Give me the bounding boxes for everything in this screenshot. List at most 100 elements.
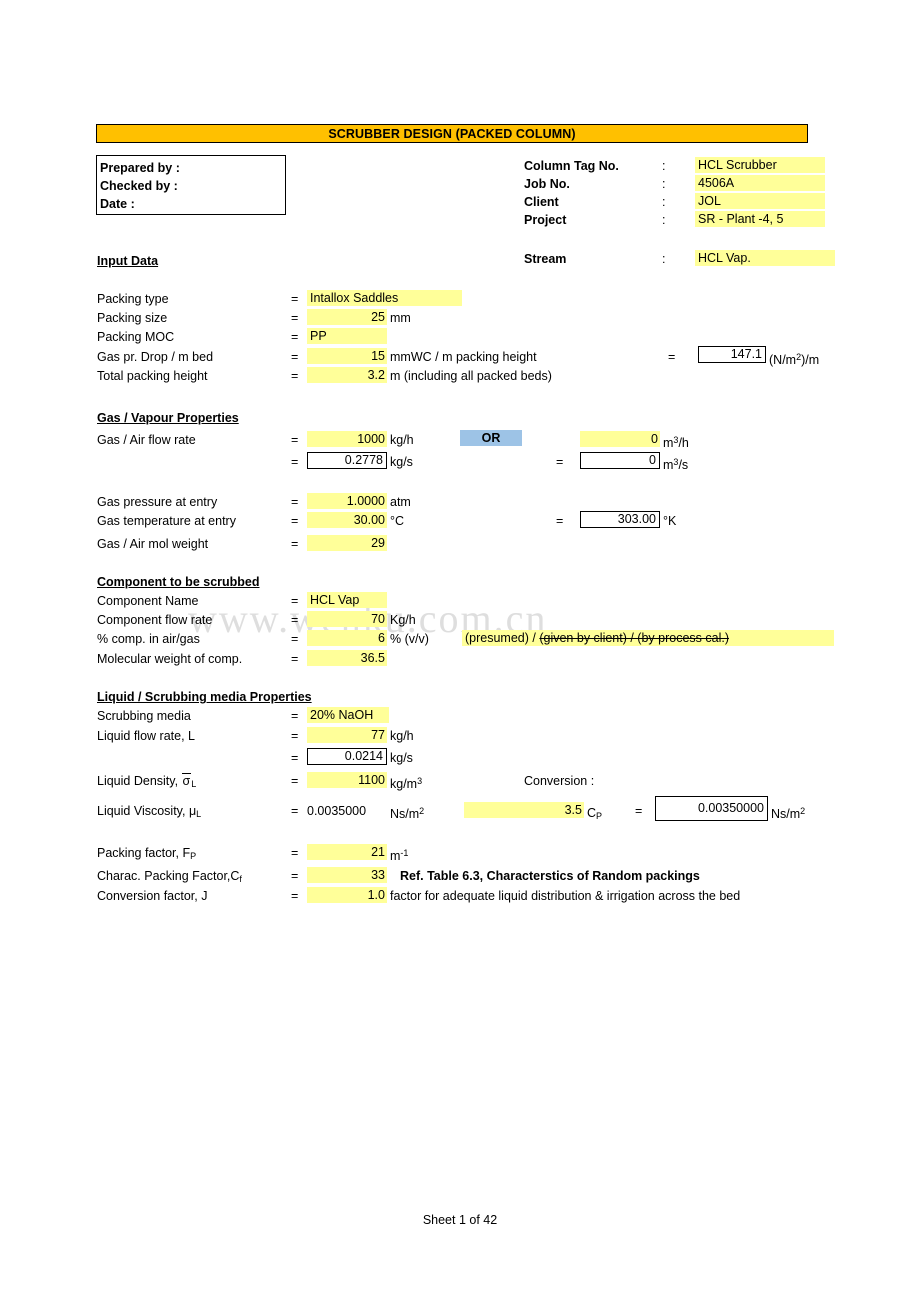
section-input-data: Input Data [97, 254, 159, 268]
component-pct-value[interactable]: 6 [307, 630, 387, 646]
eq-component-name: = [291, 594, 299, 608]
gas-pressure-label: Gas pressure at entry [97, 495, 218, 509]
packing-size-unit: mm [390, 311, 411, 325]
gas-flow-m3s-unit: m3/s [663, 457, 689, 472]
conversion-label: Conversion : [524, 774, 595, 788]
gas-pressure-value[interactable]: 1.0000 [307, 493, 387, 509]
job-no-value[interactable]: 4506A [695, 175, 825, 191]
component-flow-label: Component flow rate [97, 613, 213, 627]
checked-by-label: Checked by : [100, 179, 178, 193]
packing-type-label: Packing type [97, 292, 169, 306]
eq-scrubbing-media: = [291, 709, 299, 723]
liquid-viscosity-label: Liquid Viscosity, μL [97, 804, 202, 819]
prepared-by-label: Prepared by : [100, 161, 180, 175]
eq-packing-factor: = [291, 846, 299, 860]
liquid-flow-kgs-unit: kg/s [390, 751, 413, 765]
gas-flow-m3s-value[interactable]: 0 [580, 452, 660, 469]
client-value[interactable]: JOL [695, 193, 825, 209]
liquid-viscosity-conv-value[interactable]: 0.00350000 [655, 796, 768, 821]
date-label: Date : [100, 197, 135, 211]
stream-label: Stream [524, 252, 567, 266]
colon-client: : [662, 195, 666, 209]
conversion-factor-value[interactable]: 1.0 [307, 887, 387, 903]
colon-column-tag: : [662, 159, 666, 173]
gas-temperature-value[interactable]: 30.00 [307, 512, 387, 528]
packing-type-value[interactable]: Intallox Saddles [307, 290, 462, 306]
charac-packing-factor-note: Ref. Table 6.3, Characterstics of Random… [400, 869, 700, 883]
gas-flow-m3h-value[interactable]: 0 [580, 431, 660, 447]
packing-size-label: Packing size [97, 311, 168, 325]
gas-flow-kgh-value[interactable]: 1000 [307, 431, 387, 447]
gas-pr-drop-value[interactable]: 15 [307, 348, 387, 364]
liquid-viscosity-cp-unit: CP [587, 806, 603, 821]
packing-size-value[interactable]: 25 [307, 309, 387, 325]
charac-packing-factor-value[interactable]: 33 [307, 867, 387, 883]
liquid-flow-kgh-value[interactable]: 77 [307, 727, 387, 743]
component-mw-value[interactable]: 36.5 [307, 650, 387, 666]
packing-moc-value[interactable]: PP [307, 328, 387, 344]
project-value[interactable]: SR - Plant -4, 5 [695, 211, 825, 227]
colon-project: : [662, 213, 666, 227]
total-packing-height-value[interactable]: 3.2 [307, 367, 387, 383]
liquid-viscosity-value: 0.0035000 [307, 804, 367, 818]
scrubbing-media-label: Scrubbing media [97, 709, 191, 723]
conversion-factor-note: factor for adequate liquid distribution … [390, 889, 741, 903]
gas-temperature-label: Gas temperature at entry [97, 514, 236, 528]
liquid-flow-kgh-unit: kg/h [390, 729, 414, 743]
liquid-viscosity-unit: Ns/m2 [390, 806, 425, 821]
eq-liquid-density: = [291, 774, 299, 788]
eq-liquid-flow-kgs: = [291, 751, 299, 765]
eq-liquid-viscosity-conv: = [635, 804, 643, 818]
gas-temperature-k-value[interactable]: 303.00 [580, 511, 660, 528]
scrubbing-media-value[interactable]: 20% NaOH [307, 707, 389, 723]
gas-temperature-unit: °C [390, 514, 405, 528]
eq-gas-flow-m3s: = [556, 455, 564, 469]
liquid-viscosity-cp-value[interactable]: 3.5 [464, 802, 584, 818]
gas-pr-drop-unit: mmWC / m packing height [390, 350, 537, 364]
column-tag-value[interactable]: HCL Scrubber [695, 157, 825, 173]
component-pct-note: (presumed) / (given by client) / (by pro… [462, 630, 834, 646]
gas-mol-weight-value[interactable]: 29 [307, 535, 387, 551]
sheet-footer: Sheet 1 of 42 [422, 1213, 498, 1227]
gas-pr-drop-conv-unit: (N/m2)/m [769, 352, 820, 367]
colon-stream: : [662, 252, 666, 266]
eq-gas-pressure: = [291, 495, 299, 509]
packing-factor-value[interactable]: 21 [307, 844, 387, 860]
eq-liquid-flow-kgh: = [291, 729, 299, 743]
liquid-flow-kgs-value[interactable]: 0.0214 [307, 748, 387, 765]
component-mw-label: Molecular weight of comp. [97, 652, 243, 666]
gas-flow-kgs-unit: kg/s [390, 455, 413, 469]
conversion-factor-label: Conversion factor, J [97, 889, 208, 903]
eq-gas-temperature-k: = [556, 514, 564, 528]
project-label: Project [524, 213, 567, 227]
gas-flow-kgs-value[interactable]: 0.2778 [307, 452, 387, 469]
prepared-by-box: Prepared by : Checked by : Date : [96, 155, 286, 215]
eq-liquid-viscosity: = [291, 804, 299, 818]
eq-gas-flow-kgs: = [291, 455, 299, 469]
eq-conversion-factor: = [291, 889, 299, 903]
component-name-value[interactable]: HCL Vap [307, 592, 387, 608]
gas-flow-m3h-unit: m3/h [663, 435, 689, 450]
eq-charac-packing-factor: = [291, 869, 299, 883]
stream-value[interactable]: HCL Vap. [695, 250, 835, 266]
liquid-density-value[interactable]: 1100 [307, 772, 387, 788]
component-pct-label: % comp. in air/gas [97, 632, 200, 646]
component-name-label: Component Name [97, 594, 199, 608]
packing-moc-label: Packing MOC [97, 330, 175, 344]
section-component: Component to be scrubbed [97, 575, 260, 589]
gas-flow-rate-label: Gas / Air flow rate [97, 433, 196, 447]
gas-flow-kgh-unit: kg/h [390, 433, 414, 447]
eq-component-mw: = [291, 652, 299, 666]
liquid-flow-label: Liquid flow rate, L [97, 729, 195, 743]
component-pct-unit: % (v/v) [390, 632, 429, 646]
gas-pr-drop-label: Gas pr. Drop / m bed [97, 350, 214, 364]
sheet-title: SCRUBBER DESIGN (PACKED COLUMN) [328, 126, 576, 141]
component-flow-value[interactable]: 70 [307, 611, 387, 627]
colon-job-no: : [662, 177, 666, 191]
gas-temperature-k-unit: °K [663, 514, 677, 528]
packing-factor-unit: m-1 [390, 848, 409, 863]
or-toggle[interactable]: OR [460, 430, 522, 446]
gas-pr-drop-conv-value[interactable]: 147.1 [698, 346, 766, 363]
column-tag-label: Column Tag No. [524, 159, 619, 173]
section-gas-vapour: Gas / Vapour Properties [97, 411, 239, 425]
